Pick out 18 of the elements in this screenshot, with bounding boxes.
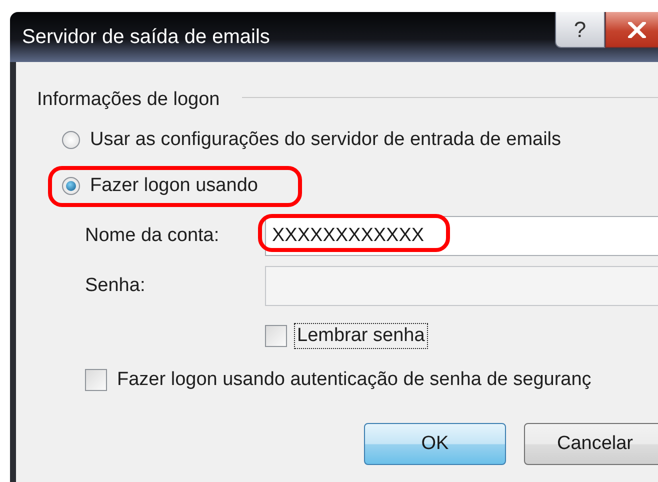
- field-label: Nome da conta:: [85, 225, 220, 247]
- group-label: Informações de logon: [37, 89, 220, 111]
- input-field[interactable]: XXXXXXXXXXXX: [265, 216, 658, 256]
- checkbox-label[interactable]: Fazer logon usando autenticação de senha de seguranç: [115, 368, 594, 392]
- close-button[interactable]: [605, 12, 658, 48]
- field-label: Senha:: [85, 275, 146, 297]
- radio-label[interactable]: Fazer logon usando: [90, 175, 258, 197]
- ok-button[interactable]: OK: [364, 423, 506, 465]
- radio-button[interactable]: [62, 177, 80, 195]
- checkbox[interactable]: [265, 325, 287, 347]
- radio-label[interactable]: Usar as configurações do servidor de entrada de emails: [90, 129, 562, 151]
- close-icon: [628, 22, 646, 38]
- cancel-button[interactable]: Cancelar: [524, 423, 658, 465]
- window-title: Servidor de saída de emails: [22, 26, 270, 48]
- checkbox[interactable]: [85, 369, 107, 391]
- radio-button[interactable]: [62, 131, 80, 149]
- checkbox-label[interactable]: Lembrar senha: [295, 324, 427, 348]
- help-button[interactable]: ?: [555, 12, 605, 48]
